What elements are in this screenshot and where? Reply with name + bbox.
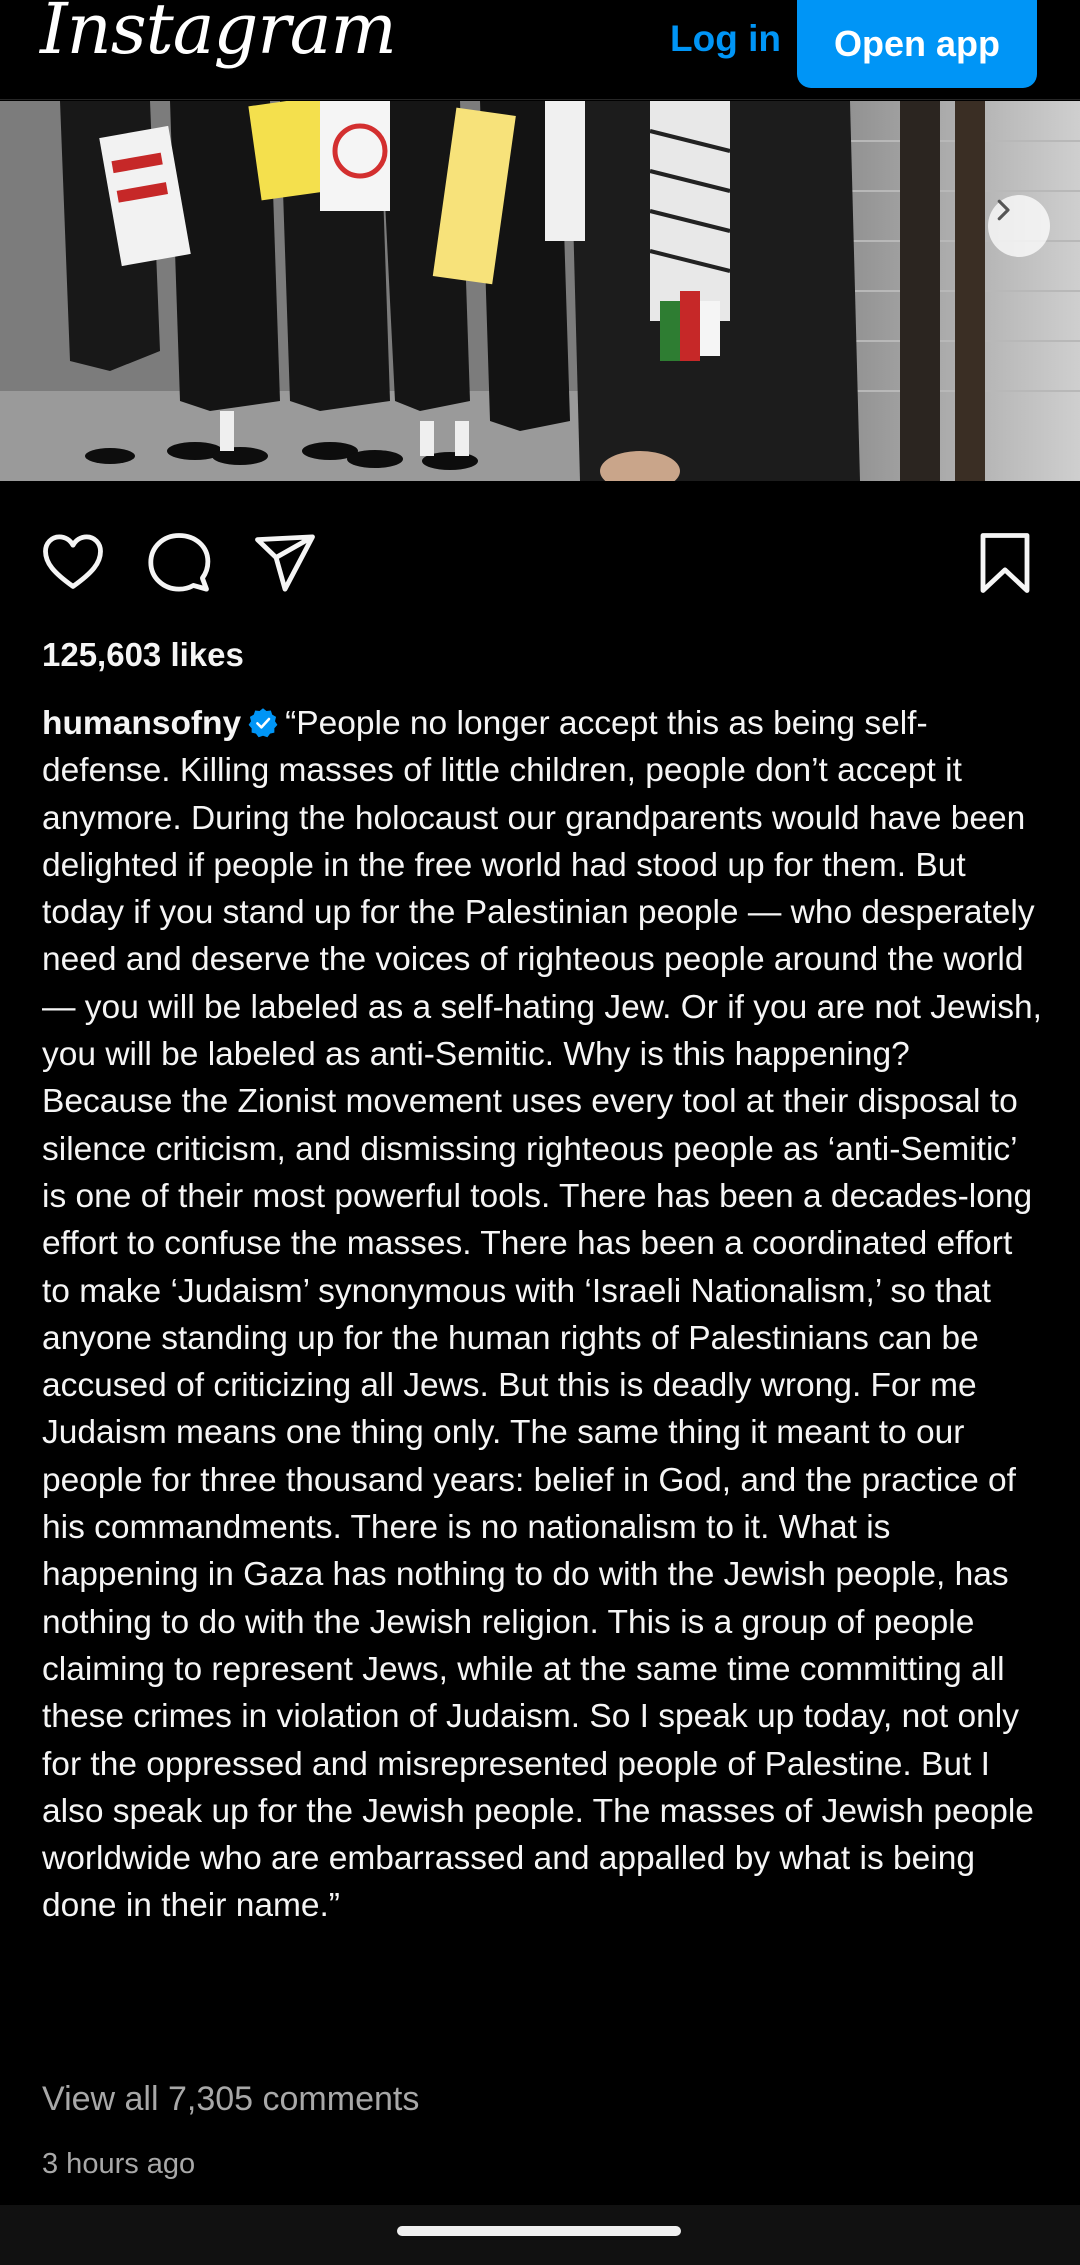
next-slide-button[interactable] <box>988 195 1050 257</box>
post-timestamp: 3 hours ago <box>42 2148 196 2180</box>
open-app-button[interactable]: Open app <box>797 0 1037 88</box>
login-link[interactable]: Log in <box>670 18 781 60</box>
view-comments-link[interactable]: View all 7,305 comments <box>42 2080 419 2119</box>
post-photo[interactable] <box>0 101 1080 481</box>
post-actions <box>0 520 1080 600</box>
instagram-logo[interactable]: Instagram <box>40 0 397 70</box>
share-icon[interactable] <box>252 530 318 596</box>
caption-text: “People no longer accept this as being s… <box>42 705 1042 1925</box>
likes-count[interactable]: 125,603 likes <box>42 636 244 674</box>
heart-icon[interactable] <box>40 530 106 596</box>
photo-illustration <box>0 101 1080 481</box>
bookmark-icon[interactable] <box>972 530 1038 596</box>
post-caption: humansofny “People no longer accept this… <box>42 700 1042 1930</box>
top-bar: Instagram Log in Open app <box>0 0 1080 100</box>
comment-icon[interactable] <box>146 530 212 596</box>
chevron-right-icon <box>997 199 1010 221</box>
verified-badge-icon <box>248 708 278 738</box>
home-indicator[interactable] <box>397 2226 681 2236</box>
post-username[interactable]: humansofny <box>42 705 241 742</box>
